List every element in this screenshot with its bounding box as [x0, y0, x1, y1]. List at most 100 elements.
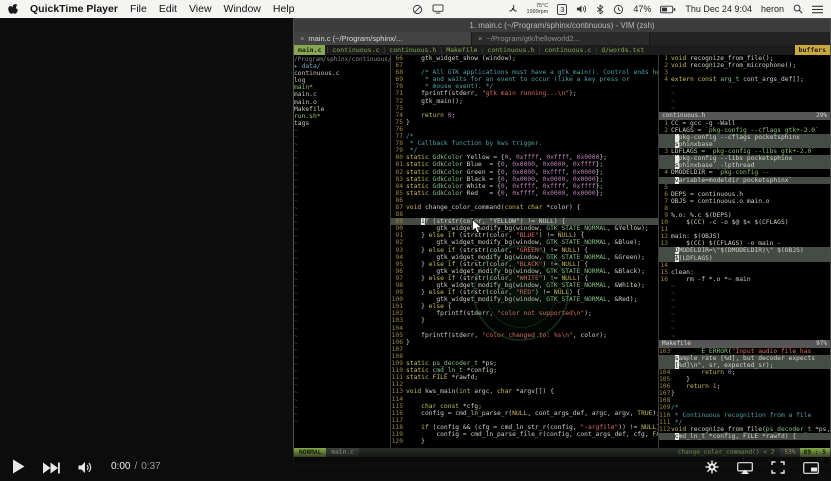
menu-bar-clock[interactable]: Thu Dec 24 9:04: [685, 4, 752, 14]
buffer-tab-active[interactable]: main.c: [294, 45, 326, 55]
settings-gear-icon[interactable]: [705, 460, 719, 474]
nerdtree-item[interactable]: ▸ data/: [294, 63, 390, 70]
nerdtree-item[interactable]: main.c: [294, 91, 390, 98]
code-line: 13 $(CC) $(CFLAGS) -o main -: [660, 240, 781, 248]
code-line: 87 void change_color_command(const char *…: [395, 203, 581, 211]
code-line: 4 DMODELDIR = `pkg-config --: [664, 169, 770, 177]
code-line: 104 return 0;: [659, 368, 736, 376]
empty-line: ~: [294, 275, 298, 283]
buffer-tab[interactable]: continuous.h: [484, 45, 537, 55]
code-line: 108: [659, 397, 671, 405]
code-line: variable=modeldir pocketsphinx`: [659, 176, 830, 184]
buffer-tab[interactable]: d/words.txt: [598, 45, 647, 55]
apple-menu-icon[interactable]: [8, 3, 18, 15]
code-line: 91 } else if (strstr(color, "BLUE") != N…: [395, 232, 585, 240]
code-line: 68 /* All GTK applications must have a g…: [395, 69, 658, 77]
code-line: 79 */: [395, 147, 418, 155]
menu-view[interactable]: View: [189, 3, 212, 15]
code-line: [%d]\n", sr, expected_sr);: [659, 361, 830, 369]
right-split-pane[interactable]: 1 void recognize_from_file(); 2 void recogn…: [658, 55, 830, 448]
display-menu-icon[interactable]: [432, 4, 444, 14]
macos-menu-bar: QuickTime Player File Edit View Window Help …: [0, 0, 831, 18]
code-line: 112 void recognize_from_file(ps_decoder_t…: [659, 425, 830, 433]
code-line: 2 void recognize_from_microphone();: [664, 62, 797, 70]
empty-line: ~: [671, 297, 675, 305]
spotlight-icon[interactable]: [793, 4, 803, 14]
code-line: 70 * mouse event). */: [395, 83, 494, 91]
empty-line: ~: [671, 290, 675, 297]
fullscreen-icon[interactable]: [771, 461, 785, 474]
empty-line: ~: [294, 204, 298, 212]
code-line: sphinxbase`: [659, 141, 830, 149]
playback-time: 0:00 / 0:37: [111, 461, 161, 472]
bluetooth-icon[interactable]: [596, 4, 604, 15]
volume-menu-icon[interactable]: [576, 4, 587, 14]
empty-line: ~: [671, 304, 675, 312]
nerdtree-item[interactable]: log: [294, 77, 390, 84]
empty-line: ~: [294, 247, 298, 255]
code-line: 89 if (strstr(color, "YELLOW") != NULL) …: [391, 218, 658, 226]
menu-file[interactable]: File: [130, 3, 147, 15]
buffer-tab[interactable]: continuous.h: [386, 45, 439, 55]
empty-line: ~: [294, 226, 298, 234]
code-line: 66 gtk_widget_show (window);: [395, 55, 516, 62]
empty-line: ~: [294, 148, 298, 156]
input-source-badge[interactable]: 3: [557, 3, 568, 15]
nerdtree-item[interactable]: main.o: [294, 99, 390, 106]
volume-button[interactable]: [78, 461, 93, 474]
empty-line: ~: [294, 368, 298, 376]
time-machine-icon[interactable]: [613, 4, 624, 15]
empty-line: ~: [294, 197, 298, 205]
nerdtree-item[interactable]: continuous.c: [294, 70, 390, 77]
notification-center-icon[interactable]: [812, 5, 823, 14]
menu-edit[interactable]: Edit: [159, 3, 177, 15]
empty-line: ~: [294, 403, 298, 411]
code-line: 3: [664, 69, 668, 77]
pip-icon[interactable]: [803, 462, 819, 474]
main-code-pane[interactable]: 66 gtk_widget_show (window); 67 68 /* All …: [390, 55, 658, 448]
empty-line: ~: [294, 332, 298, 340]
terminal-tab[interactable]: × ~/Program/gtk/helloworld2...: [472, 32, 650, 45]
menu-window[interactable]: Window: [224, 3, 261, 15]
vim-body: /Program/sphinx/continuous/▸ data/contin…: [294, 55, 830, 448]
nerdtree-pane[interactable]: /Program/sphinx/continuous/▸ data/contin…: [294, 55, 390, 448]
tab-close-icon[interactable]: ×: [478, 32, 482, 45]
code-line: DMODELDIR=\"$(DMODELDIR)\" $(OBJS): [659, 247, 830, 255]
airplay-icon[interactable]: [737, 462, 753, 474]
code-line: 88: [395, 211, 403, 219]
status-filename: continuous.h: [662, 111, 706, 119]
active-app-name[interactable]: QuickTime Player: [30, 3, 118, 15]
empty-line: ~: [671, 332, 675, 340]
menu-help[interactable]: Help: [273, 3, 295, 15]
nerdtree-item[interactable]: run.sh*: [294, 113, 390, 120]
empty-line: ~: [671, 282, 675, 290]
code-line: 5: [664, 183, 668, 191]
temperature-readout[interactable]: 75°C 1999rpm: [527, 3, 549, 15]
nerdtree-item[interactable]: tags: [294, 120, 390, 127]
code-line: 72 gtk_main();: [395, 97, 463, 105]
empty-line: ~: [671, 104, 675, 112]
video-frame[interactable]: 1. main.c (~/Program/sphinx/continuous) …: [0, 18, 831, 481]
skip-forward-button[interactable]: [43, 462, 60, 474]
empty-line: ~: [294, 297, 298, 305]
nerdtree-item[interactable]: main*: [294, 84, 390, 91]
battery-icon[interactable]: [660, 5, 676, 14]
buffer-tab[interactable]: Makefile: [443, 45, 480, 55]
fan-icon[interactable]: [508, 4, 518, 14]
code-line: `pkg-config --cflags pocketsphinx: [659, 133, 830, 142]
buffer-tab[interactable]: continuous.c: [541, 45, 594, 55]
do-not-disturb-icon[interactable]: [412, 4, 423, 15]
terminal-tab[interactable]: × main.c (~/Program/sphinx/...: [294, 32, 472, 45]
code-line: 76: [395, 125, 403, 133]
fast-user-switch[interactable]: heron: [761, 4, 784, 14]
buffer-tab[interactable]: continuous.c: [329, 45, 382, 55]
tab-close-icon[interactable]: ×: [300, 32, 304, 45]
nerdtree-item[interactable]: Makefile: [294, 106, 390, 113]
code-line: 12 main: $(OBJS): [660, 233, 721, 241]
code-line: 109 static ps_decoder_t *ps;: [391, 360, 498, 368]
code-line: 107}: [659, 390, 675, 398]
mouse-pointer: [472, 218, 483, 239]
play-button[interactable]: [12, 459, 25, 474]
status-filename: Makefile: [662, 339, 691, 347]
code-line: 3 LDFLAGS = `pkg-config --libs gtk+-2.0`: [664, 148, 816, 156]
